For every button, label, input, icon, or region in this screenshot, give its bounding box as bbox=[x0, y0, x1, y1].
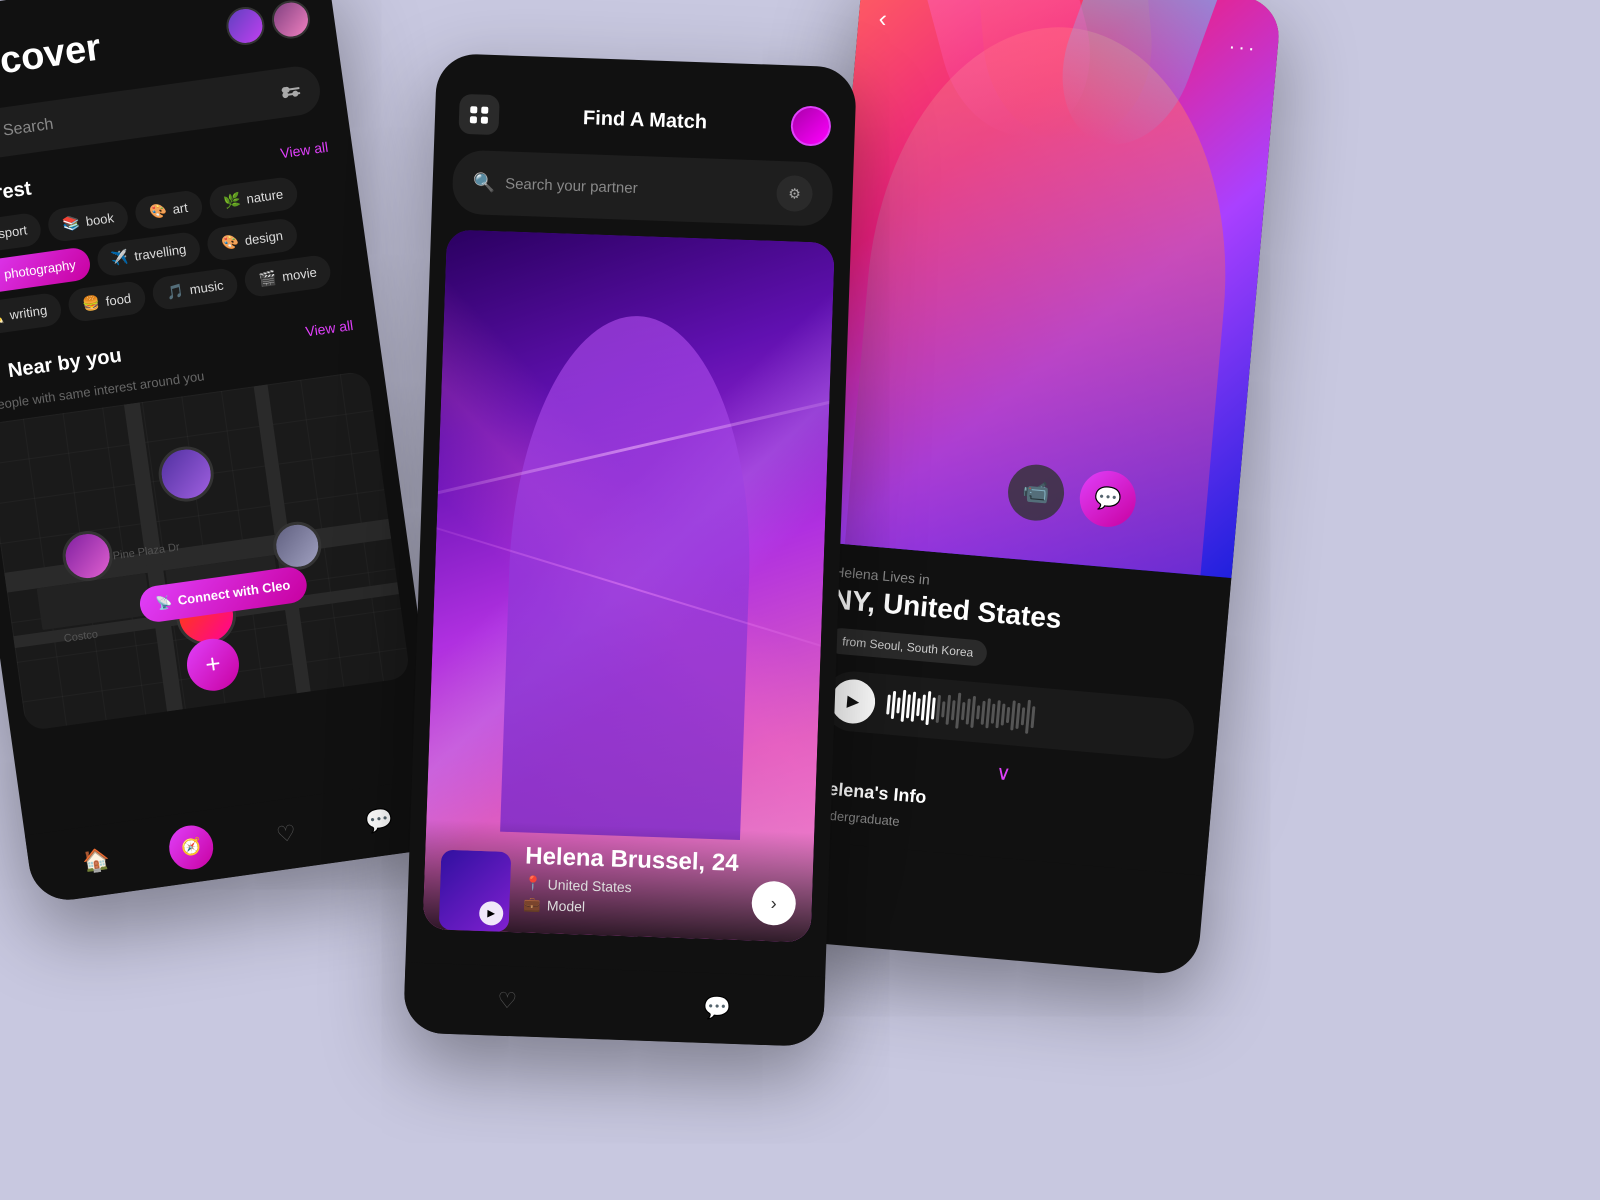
p2-filter-icon[interactable]: ⚙ bbox=[776, 175, 813, 212]
phone-discover: Discover 🔍 Search Interest View all ⚽spo… bbox=[0, 0, 451, 905]
location-icon: 📍 bbox=[524, 875, 542, 893]
video-call-btn[interactable]: 📹 bbox=[1006, 462, 1067, 523]
profession-icon: 💼 bbox=[523, 896, 541, 914]
match-card[interactable]: ▶ Helena Brussel, 24 📍 United States 💼 M… bbox=[423, 229, 835, 942]
p2-search-placeholder: Search your partner bbox=[505, 175, 638, 197]
view-all-interest[interactable]: View all bbox=[279, 139, 329, 162]
grid-menu-icon[interactable] bbox=[458, 94, 499, 135]
profile-info: Helena Lives in NY, United States from S… bbox=[787, 541, 1231, 875]
chat-btn[interactable]: 💬 bbox=[1077, 469, 1138, 530]
p2-search-icon: 🔍 bbox=[472, 172, 495, 194]
tag-art[interactable]: 🎨art bbox=[133, 189, 204, 231]
more-menu[interactable]: ··· bbox=[1228, 36, 1259, 61]
nav-chat[interactable]: 💬 bbox=[357, 798, 402, 843]
tag-music[interactable]: 🎵music bbox=[150, 267, 239, 312]
map-container: Pine Plaza Dr Costco 📡 Connect with Cleo… bbox=[0, 370, 411, 731]
card-info: ▶ Helena Brussel, 24 📍 United States 💼 M… bbox=[423, 819, 815, 942]
p2-user-avatar[interactable] bbox=[790, 105, 831, 146]
find-match-title: Find A Match bbox=[583, 107, 708, 134]
avatar-1[interactable] bbox=[224, 5, 267, 48]
filter-icon[interactable] bbox=[282, 87, 301, 96]
connect-btn-label: Connect with Cleo bbox=[177, 578, 291, 609]
phone-find-match: Find A Match 🔍 Search your partner ⚙ bbox=[403, 53, 857, 1047]
discover-title: Discover bbox=[0, 28, 104, 92]
waveform bbox=[885, 686, 1179, 747]
nav-chat-p2[interactable]: 💬 bbox=[703, 995, 731, 1022]
tag-travelling[interactable]: ✈️travelling bbox=[95, 230, 202, 277]
profile-image: ‹ ··· 📹 💬 bbox=[813, 0, 1282, 578]
action-buttons: 📹 💬 bbox=[1006, 462, 1138, 529]
tag-writing[interactable]: ✏️writing bbox=[0, 291, 63, 336]
card-thumbnail[interactable]: ▶ bbox=[439, 850, 512, 932]
from-badge: from Seoul, South Korea bbox=[827, 627, 988, 667]
tag-book[interactable]: 📚book bbox=[46, 199, 129, 243]
nav-home[interactable]: 🏠 bbox=[74, 838, 119, 883]
header-avatars bbox=[224, 0, 312, 47]
nav-compass[interactable]: 🧭 bbox=[166, 823, 216, 873]
view-all-nearby[interactable]: View all bbox=[304, 317, 354, 340]
play-button[interactable]: ▶ bbox=[829, 678, 877, 726]
bottom-nav-phone2: ♡ 💬 bbox=[403, 962, 825, 1047]
tag-nature[interactable]: 🌿nature bbox=[207, 175, 299, 220]
p2-search-bar[interactable]: 🔍 Search your partner ⚙ bbox=[452, 150, 834, 227]
avatar-2[interactable] bbox=[269, 0, 312, 41]
nav-heart[interactable]: ♡ bbox=[264, 812, 309, 857]
tag-food[interactable]: 🍔food bbox=[66, 280, 147, 323]
tag-sport[interactable]: ⚽sport bbox=[0, 211, 43, 255]
search-label: Search bbox=[2, 116, 55, 141]
interest-title: Interest bbox=[0, 177, 33, 210]
card-person-name: Helena Brussel, 24 bbox=[525, 843, 794, 880]
tag-design[interactable]: 🎨design bbox=[206, 217, 299, 262]
bottom-nav-phone1: 🏠 🧭 ♡ 💬 bbox=[25, 777, 451, 905]
nav-heart-p2[interactable]: ♡ bbox=[497, 988, 518, 1015]
p2-header: Find A Match bbox=[434, 53, 857, 164]
audio-player[interactable]: ▶ bbox=[821, 669, 1197, 761]
tag-movie[interactable]: 🎬movie bbox=[243, 253, 333, 298]
